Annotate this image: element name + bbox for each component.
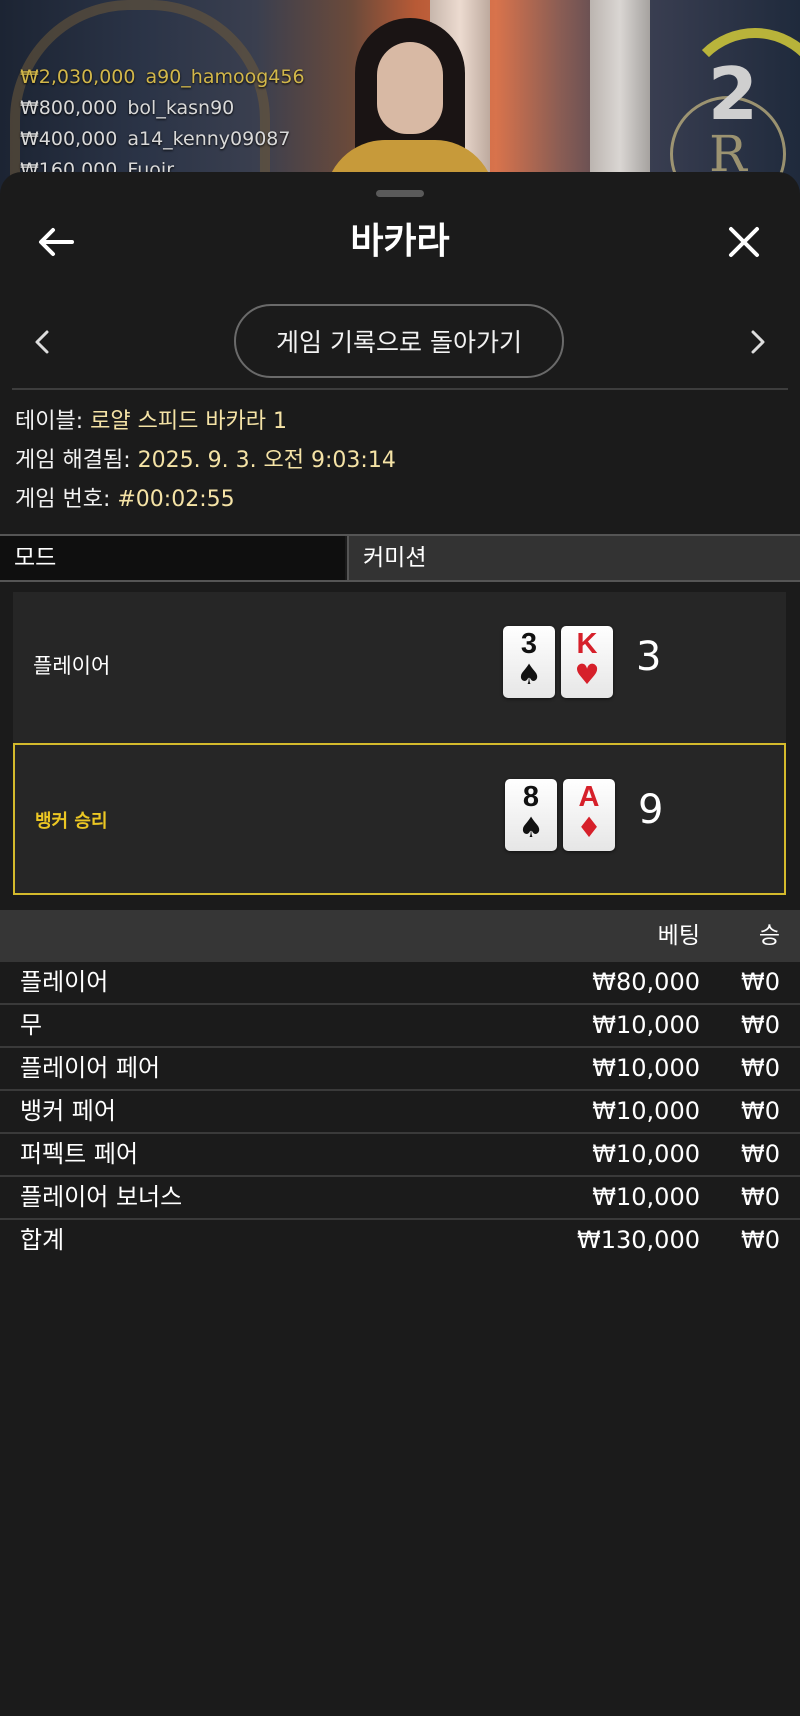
- spade-icon: ♠: [516, 658, 542, 691]
- resolved-info-row: 게임 해결됨: 2025. 9. 3. 오전 9:03:14: [15, 448, 396, 473]
- diamond-icon: ♦: [576, 811, 602, 844]
- total-row: 합계 ₩130,000 ₩0: [0, 1220, 800, 1261]
- bet-feed-row: ₩2,030,000 a90_hamoog456: [20, 66, 305, 88]
- table-row: 플레이어 페어 ₩10,000 ₩0: [0, 1048, 800, 1091]
- chevron-left-icon: [35, 330, 49, 354]
- table-row: 플레이어 보너스 ₩10,000 ₩0: [0, 1177, 800, 1220]
- history-nav: 게임 기록으로 돌아가기: [0, 302, 800, 382]
- playing-card: A ♦: [563, 779, 615, 851]
- bets-table-header: 베팅 승: [0, 910, 800, 962]
- tab-mode[interactable]: 모드: [0, 536, 345, 580]
- video-pillar: [590, 0, 650, 200]
- table-row: 플레이어 ₩80,000 ₩0: [0, 962, 800, 1005]
- bet-feed-row: ₩800,000 bol_kasn90: [20, 97, 235, 119]
- bets-table: 베팅 승 플레이어 ₩80,000 ₩0 무 ₩10,000 ₩0 플레이어 페…: [0, 910, 800, 1261]
- playing-card: 8 ♠: [505, 779, 557, 851]
- chevron-right-icon: [751, 330, 765, 354]
- panel-header: 바카라: [0, 202, 800, 282]
- player-hand: 플레이어 3 ♠ K ♥ 3: [13, 592, 786, 744]
- next-game-button[interactable]: [736, 320, 780, 364]
- game-history-panel: 바카라 게임 기록으로 돌아가기 테이블: 로얄 스피드 바카라 1 게임 해결…: [0, 172, 800, 1716]
- table-row: 무 ₩10,000 ₩0: [0, 1005, 800, 1048]
- playing-card: 3 ♠: [503, 626, 555, 698]
- bet-feed-row: ₩400,000 a14_kenny09087: [20, 128, 291, 150]
- live-video: ₩2,030,000 a90_hamoog456 ₩800,000 bol_kasn…: [0, 0, 800, 200]
- drag-handle[interactable]: [376, 190, 424, 197]
- banker-hand: 뱅커 승리 8 ♠ A ♦ 9: [13, 743, 786, 895]
- banker-win-label: 뱅커 승리: [35, 811, 108, 832]
- win-column-header: 승: [758, 923, 780, 949]
- countdown-number: 2: [707, 52, 758, 136]
- close-icon: [729, 227, 759, 257]
- banker-score: 9: [638, 787, 664, 833]
- table-row: 뱅커 페어 ₩10,000 ₩0: [0, 1091, 800, 1134]
- table-info-row: 테이블: 로얄 스피드 바카라 1: [15, 409, 288, 434]
- bet-feed: ₩2,030,000 a90_hamoog456 ₩800,000 bol_kasn…: [20, 62, 305, 186]
- spade-icon: ♠: [518, 811, 544, 844]
- return-to-history-button[interactable]: 게임 기록으로 돌아가기: [234, 304, 564, 378]
- page-title: 바카라: [350, 221, 450, 262]
- heart-icon: ♥: [574, 658, 600, 691]
- player-hand-label: 플레이어: [33, 654, 111, 678]
- bet-column-header: 베팅: [657, 923, 700, 949]
- table-row: 퍼펙트 페어 ₩10,000 ₩0: [0, 1134, 800, 1177]
- close-button[interactable]: [718, 216, 770, 268]
- previous-game-button[interactable]: [20, 320, 64, 364]
- game-number-row: 게임 번호: #00:02:55: [15, 487, 235, 512]
- playing-card: K ♥: [561, 626, 613, 698]
- mode-tabs: 모드 커미션: [0, 534, 800, 582]
- game-info: 테이블: 로얄 스피드 바카라 1 게임 해결됨: 2025. 9. 3. 오전…: [15, 402, 396, 519]
- player-score: 3: [636, 634, 662, 680]
- dealer-face: [377, 42, 443, 134]
- divider: [12, 388, 788, 390]
- tab-commission[interactable]: 커미션: [347, 536, 800, 580]
